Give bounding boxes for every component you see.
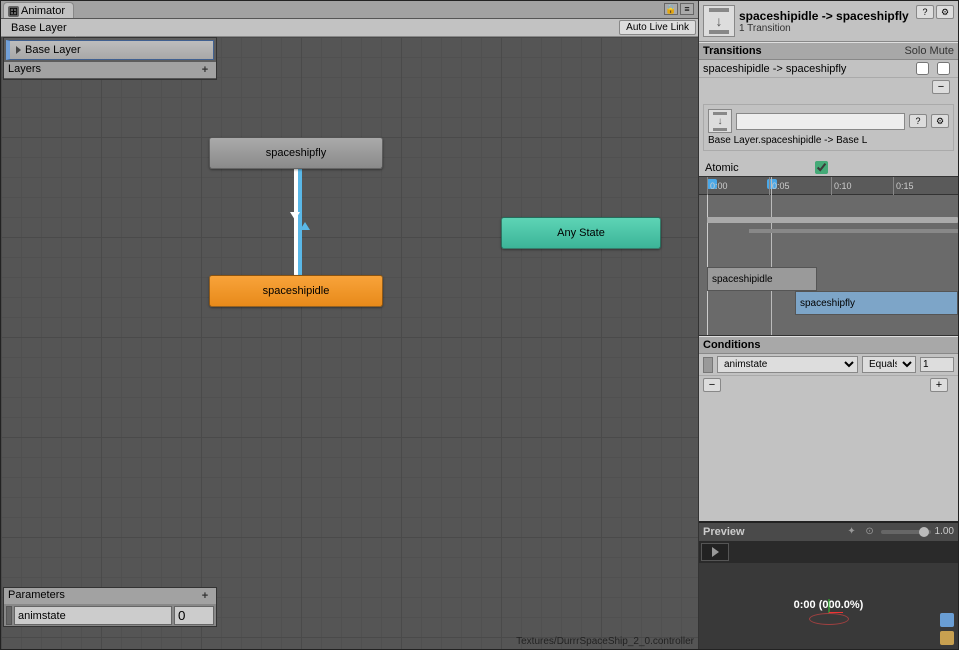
help-button[interactable]: ?: [916, 5, 934, 19]
preview-play-button[interactable]: [701, 543, 729, 561]
transition-name-box: ↓ ? ⚙ Base Layer.spaceshipidle -> Base L: [703, 104, 954, 151]
axis-y-icon: [828, 599, 829, 613]
timeline-track: [749, 229, 958, 233]
timeline-clip-fly[interactable]: spaceshipfly: [795, 291, 958, 315]
play-icon: [16, 46, 21, 54]
help-button[interactable]: ?: [909, 114, 927, 128]
tab-bar: ⊞ Animator: [1, 1, 698, 19]
condition-operator-select[interactable]: Equals: [862, 356, 916, 373]
transition-row-label: spaceshipidle -> spaceshipfly: [703, 63, 912, 75]
add-parameter-button[interactable]: +: [198, 589, 212, 603]
layer-item-base[interactable]: Base Layer: [6, 40, 214, 60]
play-icon: [712, 547, 719, 557]
transition-path-label: Base Layer.spaceshipidle -> Base L: [708, 135, 949, 146]
ruler-tick: 0:15: [893, 177, 914, 195]
transitions-section-header: Transitions Solo Mute: [699, 42, 958, 60]
condition-param-select[interactable]: animstate: [717, 356, 858, 373]
grid-background: [1, 37, 698, 649]
parameter-name-input[interactable]: [14, 606, 172, 625]
ruler-tick: 0:00: [707, 177, 728, 195]
timeline-ruler[interactable]: 0:00 0:05 0:10 0:15: [699, 177, 958, 195]
state-node-fly[interactable]: spaceshipfly: [209, 137, 383, 169]
parameters-header: Parameters: [8, 589, 65, 603]
conditions-header: Conditions: [699, 336, 958, 354]
atomic-row: Atomic: [699, 159, 958, 176]
layers-header-row: Layers +: [4, 62, 216, 79]
breadcrumb-item[interactable]: Base Layer: [3, 21, 75, 35]
inspector-header: ↓ spaceshipidle -> spaceshipfly 1 Transi…: [699, 1, 958, 42]
remove-condition-button[interactable]: −: [703, 378, 721, 392]
settings-gear-icon[interactable]: ⚙: [936, 5, 954, 19]
add-condition-button[interactable]: +: [930, 378, 948, 392]
arrow-down-icon: [290, 212, 300, 220]
inspector-title: spaceshipidle -> spaceshipfly: [739, 9, 912, 23]
layers-header: Layers: [8, 63, 41, 77]
timeline-track: [707, 217, 958, 223]
model-icon[interactable]: [940, 631, 954, 645]
atomic-checkbox[interactable]: [815, 161, 828, 174]
layer-name: Base Layer: [25, 44, 81, 56]
preview-speed-value: 1.00: [935, 526, 954, 537]
atomic-label: Atomic: [705, 162, 815, 174]
parameters-panel: Parameters +: [3, 587, 217, 627]
panel-menu-icon[interactable]: ≡: [680, 3, 694, 15]
condition-value-input[interactable]: [920, 357, 954, 372]
transition-icon: ↓: [703, 5, 735, 37]
auto-live-link-button[interactable]: Auto Live Link: [619, 20, 696, 35]
animator-icon: ⊞: [8, 6, 19, 17]
parameter-row[interactable]: [4, 605, 216, 626]
tab-animator[interactable]: ⊞ Animator: [3, 2, 74, 18]
drag-handle-icon[interactable]: [703, 357, 713, 373]
layers-panel: Base Layer Layers +: [3, 37, 217, 80]
ruler-tick: 0:05: [769, 177, 790, 195]
state-node-anystate[interactable]: Any State: [501, 217, 661, 249]
pivot-icon[interactable]: ⊙: [863, 525, 877, 539]
transition-name-input[interactable]: [736, 113, 905, 130]
preview-viewport[interactable]: 0:00 (000.0%): [699, 563, 958, 650]
avatar-icon[interactable]: [940, 613, 954, 627]
ik-icon[interactable]: ✦: [845, 525, 859, 539]
condition-row: animstate Equals: [699, 354, 958, 375]
remove-transition-button[interactable]: −: [932, 80, 950, 94]
transition-list-row[interactable]: spaceshipidle -> spaceshipfly: [699, 60, 958, 77]
transition-icon: ↓: [708, 109, 732, 133]
add-layer-button[interactable]: +: [198, 63, 212, 77]
axis-x-icon: [829, 612, 843, 613]
playhead[interactable]: [771, 177, 772, 335]
graph-area[interactable]: Base Layer Layers + spaceshipfly spacesh…: [1, 37, 698, 649]
state-label: Any State: [557, 227, 605, 239]
parameter-value-input[interactable]: [174, 606, 214, 625]
timeline-clip-idle[interactable]: spaceshipidle: [707, 267, 817, 291]
preview-speed-slider[interactable]: [881, 530, 931, 534]
inspector-panel: ↓ spaceshipidle -> spaceshipfly 1 Transi…: [699, 1, 958, 649]
breadcrumb-bar: Base Layer Auto Live Link: [1, 19, 698, 37]
state-label: spaceshipfly: [266, 147, 327, 159]
inspector-subtitle: 1 Transition: [739, 23, 912, 34]
animator-panel: ≡ ⊞ Animator Base Layer Auto Live Link B…: [1, 1, 699, 649]
solo-checkbox[interactable]: [916, 62, 929, 75]
lead-line: [707, 195, 708, 335]
preview-section: Preview ✦ ⊙ 1.00 0:00 (000.0%): [699, 521, 958, 650]
ground-gizmo: [809, 613, 849, 625]
transition-timeline[interactable]: 0:00 0:05 0:10 0:15 spaceshipidle spaces…: [699, 176, 958, 336]
lock-icon[interactable]: [664, 3, 678, 15]
preview-header: Preview: [703, 526, 839, 538]
settings-gear-icon[interactable]: ⚙: [931, 114, 949, 128]
arrow-up-icon: [300, 222, 310, 230]
mute-checkbox[interactable]: [937, 62, 950, 75]
drag-handle-icon[interactable]: [6, 606, 12, 625]
tab-label: Animator: [21, 5, 65, 17]
state-node-idle[interactable]: spaceshipidle: [209, 275, 383, 307]
ruler-tick: 0:10: [831, 177, 852, 195]
asset-path-label: Textures/DurrrSpaceShip_2_0.controller: [5, 636, 694, 647]
state-label: spaceshipidle: [263, 285, 330, 297]
